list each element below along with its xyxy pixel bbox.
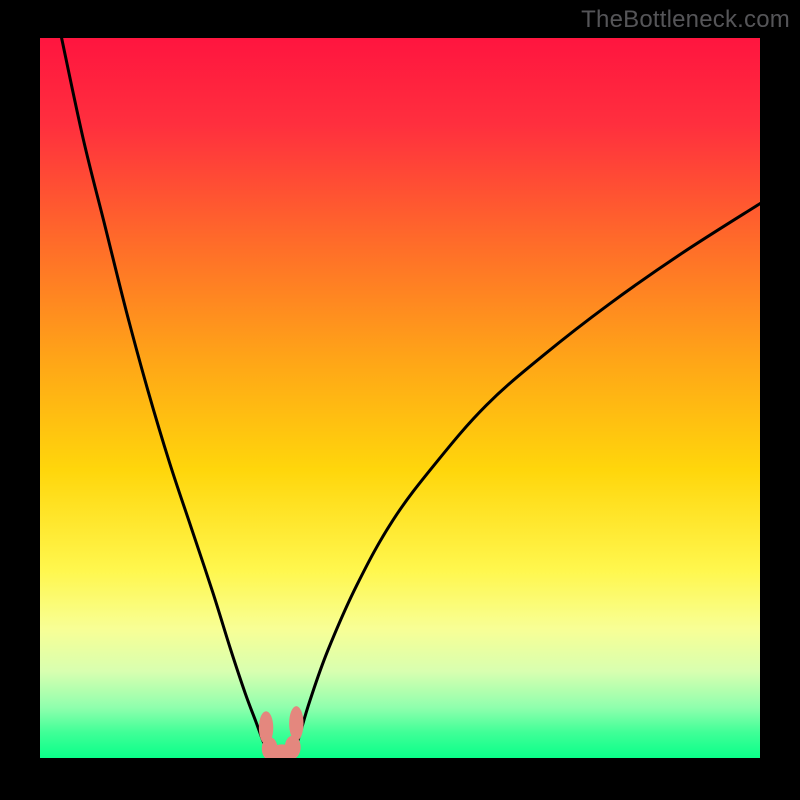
plot-background [40, 38, 760, 758]
chart-frame: TheBottleneck.com [0, 0, 800, 800]
bottleneck-chart [0, 0, 800, 800]
marker-blob-4 [289, 706, 303, 741]
